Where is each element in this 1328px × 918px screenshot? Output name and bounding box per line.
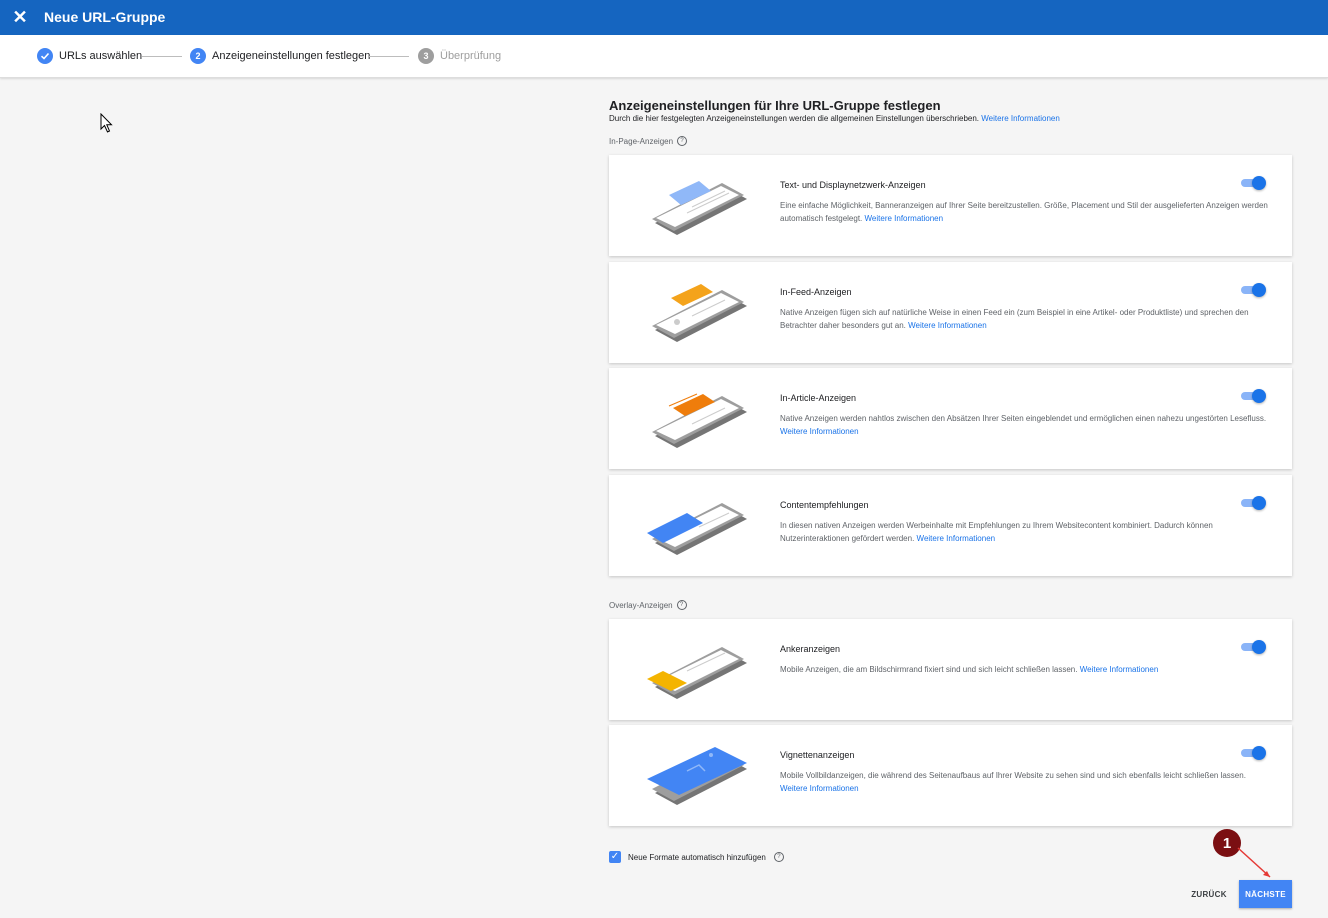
step-number: 3 <box>418 48 434 64</box>
close-icon[interactable]: ✕ <box>8 5 32 29</box>
toggle-vignette[interactable] <box>1240 746 1266 760</box>
auto-formats-row: ✓ Neue Formate automatisch hinzufügen ? <box>609 851 784 863</box>
step-label: Überprüfung <box>440 50 502 62</box>
step-urls[interactable]: URLs auswählen <box>37 48 142 64</box>
step-number: 2 <box>190 48 206 64</box>
page-title: Neue URL-Gruppe <box>44 9 166 25</box>
card-description: Mobile Anzeigen, die am Bildschirmrand f… <box>780 665 1159 674</box>
card-description: Native Anzeigen werden nahtlos zwischen … <box>780 414 1267 436</box>
step-ad-settings[interactable]: 2 Anzeigeneinstellungen festlegen <box>190 48 370 64</box>
display-ad-illustration-icon <box>652 181 747 235</box>
card-title: Text- und Displaynetzwerk-Anzeigen <box>780 180 926 190</box>
card-title: Vignettenanzeigen <box>780 750 855 760</box>
help-icon[interactable]: ? <box>677 136 688 146</box>
toggle-in-feed[interactable] <box>1240 283 1266 297</box>
overlay-section-label: Overlay-Anzeigen ? <box>609 600 687 610</box>
in-feed-illustration-icon <box>652 284 747 342</box>
card-text-display: Text- und Displaynetzwerk-Anzeigen Eine … <box>609 155 1292 256</box>
step-label: Anzeigeneinstellungen festlegen <box>212 50 371 62</box>
section-label-text: In-Page-Anzeigen <box>609 136 674 146</box>
stepper: URLs auswählen 2 Anzeigeneinstellungen f… <box>0 35 1328 78</box>
card-title: Ankeranzeigen <box>780 644 841 654</box>
toggle-content-recommendations[interactable] <box>1240 496 1266 510</box>
card-description: Native Anzeigen fügen sich auf natürlich… <box>780 308 1249 330</box>
in-article-illustration-icon <box>652 393 747 448</box>
step-divider <box>142 56 182 57</box>
card-title: Contentempfehlungen <box>780 500 869 510</box>
more-info-link[interactable]: Weitere Informationen <box>780 427 859 436</box>
step-label: URLs auswählen <box>59 50 143 62</box>
help-icon[interactable]: ? <box>773 852 784 862</box>
content-recommendation-illustration-icon <box>647 503 747 555</box>
card-content-recommendations: Contentempfehlungen In diesen nativen An… <box>609 475 1292 576</box>
vignette-ad-illustration-icon <box>647 747 747 805</box>
more-info-link[interactable]: Weitere Informationen <box>780 784 859 793</box>
more-info-link[interactable]: Weitere Informationen <box>917 534 996 543</box>
step-divider <box>369 56 409 57</box>
mouse-cursor-icon <box>100 113 113 133</box>
more-info-link[interactable]: Weitere Informationen <box>865 214 944 223</box>
auto-formats-label: Neue Formate automatisch hinzufügen <box>628 852 766 862</box>
auto-formats-checkbox[interactable]: ✓ <box>609 851 621 863</box>
card-vignette: Vignettenanzeigen Mobile Vollbildanzeige… <box>609 725 1292 826</box>
card-anchor: Ankeranzeigen Mobile Anzeigen, die am Bi… <box>609 619 1292 720</box>
step-review[interactable]: 3 Überprüfung <box>418 48 501 64</box>
back-button[interactable]: ZURÜCK <box>1186 882 1232 906</box>
inpage-section-label: In-Page-Anzeigen ? <box>609 136 688 146</box>
section-label-text: Overlay-Anzeigen <box>609 600 673 610</box>
section-heading: Anzeigeneinstellungen für Ihre URL-Grupp… <box>609 98 941 113</box>
toggle-in-article[interactable] <box>1240 389 1266 403</box>
top-app-bar: ✕ Neue URL-Gruppe <box>0 0 1328 35</box>
toggle-text-display[interactable] <box>1240 176 1266 190</box>
more-info-link[interactable]: Weitere Informationen <box>1080 665 1159 674</box>
toggle-anchor[interactable] <box>1240 640 1266 654</box>
card-description: In diesen nativen Anzeigen werden Werbei… <box>780 521 1213 543</box>
next-button[interactable]: NÄCHSTE <box>1239 880 1292 908</box>
annotation-arrow-icon <box>1237 847 1271 878</box>
card-title: In-Article-Anzeigen <box>780 393 857 403</box>
anchor-ad-illustration-icon <box>647 647 747 699</box>
card-description: Mobile Vollbildanzeigen, die während des… <box>780 771 1246 793</box>
check-icon <box>37 48 53 64</box>
card-in-feed: In-Feed-Anzeigen Native Anzeigen fügen s… <box>609 262 1292 363</box>
section-subtitle: Durch die hier festgelegten Anzeigeneins… <box>609 114 1060 124</box>
card-title: In-Feed-Anzeigen <box>780 287 852 297</box>
subtitle-text: Durch die hier festgelegten Anzeigeneins… <box>609 114 980 123</box>
more-info-link[interactable]: Weitere Informationen <box>981 114 1060 123</box>
card-description: Eine einfache Möglichkeit, Banneranzeige… <box>780 201 1268 223</box>
card-in-article: In-Article-Anzeigen Native Anzeigen werd… <box>609 368 1292 469</box>
help-icon[interactable]: ? <box>676 600 687 610</box>
more-info-link[interactable]: Weitere Informationen <box>908 321 987 330</box>
